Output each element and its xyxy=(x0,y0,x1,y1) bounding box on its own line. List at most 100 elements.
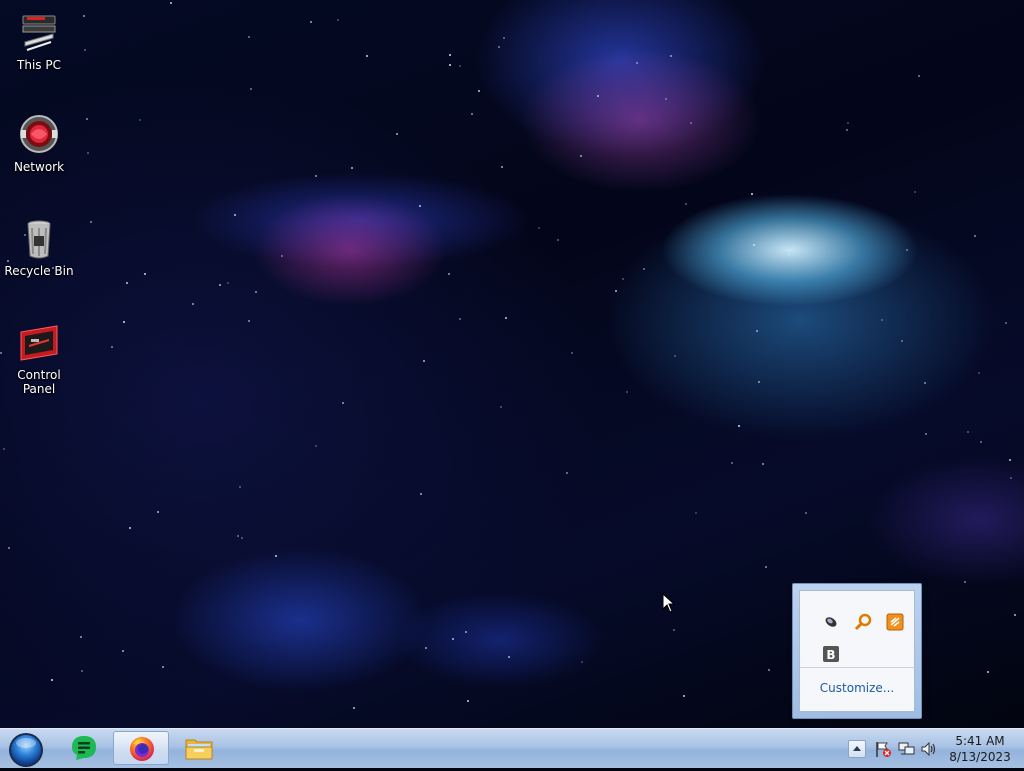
wallpaper-star xyxy=(508,656,510,658)
wallpaper-star xyxy=(500,406,502,408)
wallpaper-star xyxy=(449,54,451,56)
wallpaper-star xyxy=(90,221,92,223)
popup-panel: B Customize... xyxy=(799,590,915,712)
wallpaper-star xyxy=(581,661,583,663)
customize-link[interactable]: Customize... xyxy=(800,681,914,695)
wallpaper-star xyxy=(192,303,194,305)
start-button[interactable] xyxy=(6,731,46,767)
wallpaper-star xyxy=(86,118,88,120)
action-center-flag-icon[interactable] xyxy=(874,740,892,758)
wallpaper-star xyxy=(788,254,790,256)
wallpaper-star xyxy=(805,512,807,514)
wallpaper-star xyxy=(731,462,733,464)
wallpaper-star xyxy=(281,255,283,257)
clock-time: 5:41 AM xyxy=(955,734,1005,748)
wallpaper-star xyxy=(758,381,760,383)
wallpaper-star xyxy=(503,37,505,39)
taskbar-file-explorer[interactable] xyxy=(170,731,226,765)
volume-icon[interactable] xyxy=(920,740,938,758)
wallpaper-star xyxy=(974,235,976,237)
start-orb-icon xyxy=(9,733,43,767)
wallpaper-star xyxy=(478,90,480,92)
wallpaper-star xyxy=(967,431,969,433)
chevron-up-icon xyxy=(853,746,861,751)
wallpaper-star xyxy=(580,155,582,157)
wallpaper-star xyxy=(674,355,676,357)
wallpaper-star xyxy=(505,317,507,319)
wallpaper-star xyxy=(449,64,451,66)
taskbar: 5:41 AM 8/13/2023 xyxy=(0,728,1024,768)
wallpaper-star xyxy=(847,122,849,124)
wallpaper-star xyxy=(626,391,628,393)
taskbar-firefox[interactable] xyxy=(113,731,169,765)
wallpaper-star xyxy=(126,282,128,284)
wallpaper-star xyxy=(351,167,353,169)
wallpaper-star xyxy=(170,2,172,4)
wallpaper-star xyxy=(670,55,672,57)
wallpaper-star xyxy=(255,291,257,293)
wallpaper-star xyxy=(84,49,86,51)
mouse-cursor-icon xyxy=(662,593,676,613)
wallpaper-star xyxy=(901,340,903,342)
wallpaper-star xyxy=(465,631,467,633)
wallpaper-star xyxy=(980,441,982,443)
this-pc-icon xyxy=(17,12,61,56)
desktop-icon-network[interactable]: Network xyxy=(0,114,78,174)
wallpaper-star xyxy=(571,352,573,354)
sound-app-icon[interactable] xyxy=(886,613,904,631)
desktop-icon-this-pc[interactable]: This PC xyxy=(0,12,78,72)
control-panel-icon xyxy=(17,322,61,366)
wallpaper-star xyxy=(881,319,883,321)
desktop-icon-recycle-bin[interactable]: Recycle Bin xyxy=(0,218,78,278)
wallpaper-star xyxy=(419,205,421,207)
hidden-tray-icons: B xyxy=(812,603,908,663)
wallpaper-star xyxy=(420,493,422,495)
wallpaper-star xyxy=(227,282,229,284)
wallpaper-star xyxy=(1009,459,1011,461)
wallpaper-star xyxy=(643,268,645,270)
desktop-icon-label: This PC xyxy=(17,58,61,72)
wallpaper-star xyxy=(310,21,312,23)
file-explorer-icon xyxy=(185,739,213,760)
wallpaper-star xyxy=(636,62,638,64)
wallpaper-star xyxy=(157,511,159,513)
wallpaper-star xyxy=(538,227,540,229)
wallpaper-star xyxy=(122,650,124,652)
notes-app-icon xyxy=(72,736,96,760)
desktop-icon-label: Recycle Bin xyxy=(4,264,74,278)
taskbar-clock[interactable]: 5:41 AM 8/13/2023 xyxy=(940,733,1020,765)
wallpaper-star xyxy=(622,278,624,280)
wallpaper-star xyxy=(123,321,125,323)
usb-eject-icon[interactable] xyxy=(822,613,840,631)
wallpaper-star xyxy=(315,445,317,447)
wallpaper-star xyxy=(248,320,250,322)
wallpaper-star xyxy=(924,382,926,384)
wallpaper-star xyxy=(1010,477,1012,479)
b-app-icon[interactable]: B xyxy=(822,645,840,663)
network-tray-icon[interactable] xyxy=(897,740,915,758)
wallpaper-star xyxy=(234,214,236,216)
wallpaper-star xyxy=(250,88,252,90)
wallpaper-star xyxy=(448,273,450,275)
wallpaper-star xyxy=(683,695,685,697)
wallpaper-star xyxy=(964,581,966,583)
desktop-icon-control-panel[interactable]: Control Panel xyxy=(0,322,78,396)
wallpaper-star xyxy=(459,318,461,320)
wallpaper-star xyxy=(762,463,764,465)
taskbar-notes-app[interactable] xyxy=(56,731,112,765)
wallpaper-star xyxy=(315,175,317,177)
wallpaper-star xyxy=(690,122,692,124)
clock-date: 8/13/2023 xyxy=(949,750,1011,764)
b-app-icon-letter: B xyxy=(826,648,835,662)
wallpaper-star xyxy=(337,19,339,21)
wallpaper-star xyxy=(80,636,82,638)
wallpaper-star xyxy=(978,372,980,374)
search-tool-icon[interactable] xyxy=(854,613,872,631)
wallpaper-star xyxy=(914,191,916,193)
wallpaper-star xyxy=(8,547,10,549)
wallpaper-star xyxy=(918,75,920,77)
wallpaper-star xyxy=(695,512,697,514)
wallpaper-star xyxy=(239,486,241,488)
show-hidden-icons-button[interactable] xyxy=(848,740,866,758)
wallpaper-star xyxy=(51,679,53,681)
